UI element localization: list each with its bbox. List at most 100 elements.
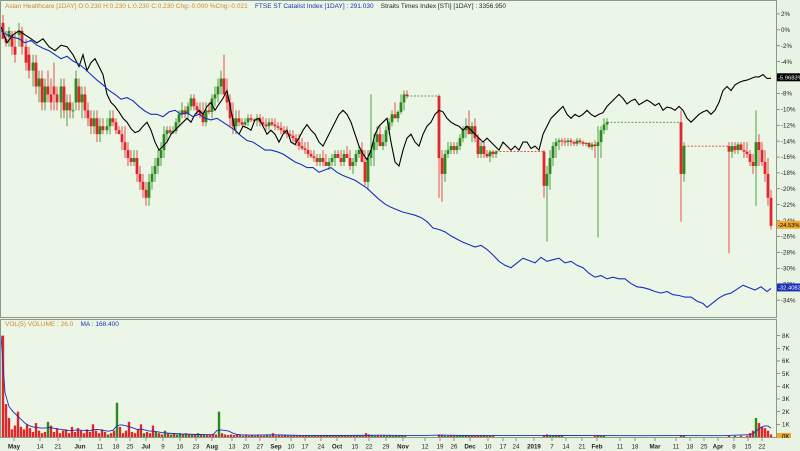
candle-body: [751, 161, 755, 166]
volume-bar: [217, 411, 221, 437]
candle-body: [733, 146, 737, 151]
candle-body: [363, 161, 367, 182]
volume-bar: [322, 435, 326, 437]
volume-bar: [115, 402, 119, 437]
candle-body: [273, 124, 277, 127]
volume-bar: [46, 421, 50, 437]
candle-body: [141, 181, 145, 190]
volume-bar: [443, 435, 447, 437]
candle-body: [165, 130, 169, 135]
candle-body: [437, 96, 441, 159]
candle-body: [126, 150, 130, 159]
x-tick-label: Mar: [649, 444, 661, 451]
candle-body: [55, 94, 59, 103]
volume-bar: [106, 434, 110, 437]
volume-bar: [43, 431, 47, 437]
x-tick-label: 26: [451, 444, 458, 451]
volume-bar: [121, 433, 125, 437]
candle-body: [153, 165, 157, 174]
x-tick-label: Aug: [206, 444, 218, 451]
volume-bar: [268, 435, 272, 437]
candle-body: [123, 142, 127, 151]
candle-body: [324, 161, 328, 166]
x-tick-label: Dec: [464, 444, 476, 451]
candle-body: [279, 127, 283, 131]
candle-body: [554, 142, 558, 147]
volume-bar: [247, 435, 251, 437]
candle-body: [757, 142, 761, 151]
candle-body: [584, 142, 588, 144]
price-y-axis[interactable]: 2%0%-2%-4%-6%-8%-10%-12%-14%-16%-18%-20%…: [777, 0, 800, 318]
candle-body: [766, 173, 770, 198]
volume-bar: [28, 428, 32, 437]
end-value-label: -24.53%: [777, 220, 800, 229]
volume-bar: [166, 433, 170, 437]
candle-body: [138, 173, 142, 182]
volume-bar: [130, 431, 134, 437]
volume-bar: [739, 435, 743, 437]
candle-body: [578, 140, 582, 143]
candle-body: [351, 161, 355, 166]
candle-body: [13, 46, 17, 55]
price-y-tick-label: -34%: [781, 297, 796, 304]
candle-body: [207, 110, 211, 112]
price-pane[interactable]: Asian Healthcare [1DAY] O:0.230 H:0.230 …: [0, 0, 777, 318]
x-tick-label: 23: [193, 444, 200, 451]
candle-body: [31, 62, 35, 71]
price-chart-plot[interactable]: [1, 1, 776, 317]
volume-bar: [127, 421, 131, 437]
x-tick-label: 25: [701, 444, 708, 451]
volume-bar: [397, 435, 401, 437]
price-y-tick-label: 2%: [781, 11, 790, 18]
price-y-tick-label: -10%: [781, 107, 796, 114]
volume-bar: [190, 434, 194, 437]
volume-bar: [97, 433, 101, 437]
price-y-tick-label: -22%: [781, 202, 796, 209]
candle-body: [357, 150, 361, 155]
candle-body: [396, 111, 400, 119]
candle-body: [276, 126, 280, 128]
volume-bar: [109, 433, 113, 437]
candle-body: [736, 144, 740, 151]
x-tick-label: 21: [579, 444, 586, 451]
volume-bar: [355, 435, 359, 437]
candle-body: [745, 151, 749, 155]
x-tick-label: 22: [759, 444, 766, 451]
x-tick-label: 18: [687, 444, 694, 451]
candle-body: [330, 158, 334, 162]
date-x-axis[interactable]: May 14 21 Jun 11 18 25 Jul 9 16 23 Aug 13 20 27 Sep 10 17…: [0, 438, 800, 451]
candle-body: [548, 158, 552, 174]
x-tick-label: 18: [113, 444, 120, 451]
candle-body: [168, 130, 172, 133]
x-tick-label: 11: [97, 444, 104, 451]
volume-chart-plot[interactable]: [1, 320, 776, 437]
volume-pane[interactable]: VOL(5) VOLUME : 26.0 MA : 168.400: [0, 319, 777, 438]
volume-bar: [385, 435, 389, 437]
volume-bar: [70, 426, 74, 437]
candle-body: [77, 86, 81, 103]
candle-body: [195, 106, 199, 111]
x-tick-label: 15: [745, 444, 752, 451]
volume-bar: [19, 426, 23, 437]
x-tick-label: 11: [673, 444, 680, 451]
candle-body: [461, 130, 465, 139]
x-tick-label: Jun: [74, 444, 85, 451]
candle-body: [192, 98, 196, 107]
x-tick-label: 10: [485, 444, 492, 451]
volume-bar: [446, 435, 450, 437]
volume-bar: [181, 434, 185, 437]
volume-bar: [259, 435, 263, 437]
candle-body: [108, 118, 112, 127]
volume-y-axis[interactable]: 8K7K6K5K4K3K2K1K0K0K: [777, 319, 800, 438]
candle-body: [49, 94, 53, 103]
volume-bar: [4, 404, 8, 437]
candle-body: [74, 78, 78, 103]
volume-bar: [163, 430, 167, 437]
candle-body: [542, 151, 546, 186]
candle-body: [440, 158, 444, 174]
x-tick-label: 7: [550, 444, 554, 451]
price-y-tick-label: -28%: [781, 250, 796, 257]
volume-bar: [82, 433, 86, 437]
candle-body: [479, 146, 483, 155]
candle-body: [309, 154, 313, 157]
